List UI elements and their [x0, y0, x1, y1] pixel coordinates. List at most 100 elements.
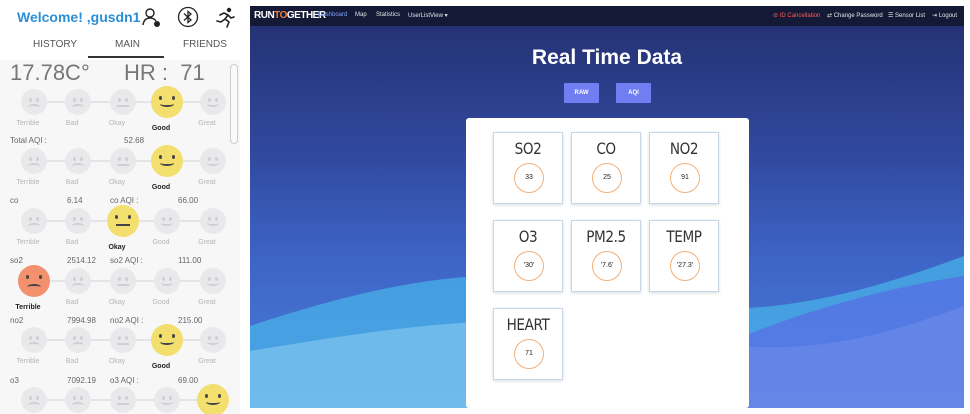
- tab-main[interactable]: MAIN: [115, 39, 140, 50]
- mood-label: Okay: [108, 358, 126, 365]
- bluetooth-icon[interactable]: [177, 6, 199, 28]
- mood-face-bad-icon[interactable]: [65, 387, 91, 413]
- mood-face-okay-icon[interactable]: [107, 205, 139, 237]
- mood-label: Good: [152, 299, 170, 306]
- mood-face-bad-icon[interactable]: [65, 208, 91, 234]
- mood-face-great-icon[interactable]: [200, 327, 226, 353]
- sensor-tile-temp[interactable]: TEMP '27.3': [649, 220, 719, 292]
- mood-label: Terrible: [16, 358, 40, 365]
- sensor-name: PM2.5: [586, 227, 626, 246]
- mood-label: Okay: [108, 120, 126, 127]
- mood-face-bad-icon[interactable]: [65, 148, 91, 174]
- sensor-tile-no2[interactable]: NO2 91: [649, 132, 719, 204]
- mood-face-okay-icon[interactable]: [110, 148, 136, 174]
- nav-sensor-list[interactable]: ☰ Sensor List: [888, 12, 925, 19]
- mood-face-terrible-icon[interactable]: [21, 327, 47, 353]
- mood-face-good-icon[interactable]: [151, 324, 183, 356]
- tab-friends[interactable]: FRIENDS: [183, 39, 227, 50]
- welcome-text: Welcome! ,gusdn1: [17, 9, 141, 25]
- mood-label: Okay: [108, 299, 126, 306]
- mood-face-great-icon[interactable]: [197, 384, 229, 414]
- mood-label: Great: [198, 299, 216, 306]
- mood-label: Good: [152, 239, 170, 246]
- nav-change-password[interactable]: ⇄ Change Password: [827, 12, 883, 19]
- mood-label: Great: [198, 120, 216, 127]
- tab-history[interactable]: HISTORY: [33, 39, 77, 50]
- user-location-icon[interactable]: [140, 6, 162, 28]
- nav-userlistview[interactable]: UserListView ▾: [408, 12, 448, 19]
- sensor-tile-heart[interactable]: HEART 71: [493, 308, 563, 380]
- sensor-value: 71: [514, 339, 544, 369]
- row-aqi-value: 69.00: [178, 376, 199, 385]
- mood-face-terrible-icon[interactable]: [21, 387, 47, 413]
- sensor-tile-co[interactable]: CO 25: [571, 132, 641, 204]
- mood-face-okay-icon[interactable]: [110, 89, 136, 115]
- side-scroll-handle[interactable]: [230, 64, 238, 144]
- mood-label: Okay: [108, 244, 126, 251]
- mood-label: Bad: [65, 239, 79, 246]
- mood-face-good-icon[interactable]: [154, 268, 180, 294]
- sensor-tile-o3[interactable]: O3 '30': [493, 220, 563, 292]
- sensor-tile-so2[interactable]: SO2 33: [493, 132, 563, 204]
- mood-face-good-icon[interactable]: [151, 86, 183, 118]
- mood-label: Great: [198, 179, 216, 186]
- list-icon: ☰: [888, 13, 896, 19]
- sensor-card: SO2 33 CO 25 NO2 91 O3'30' PM2.5'7.6' TEMP '27.3'…: [466, 118, 749, 408]
- mood-face-terrible-icon[interactable]: [18, 265, 50, 297]
- sensor-value: 33: [514, 163, 544, 193]
- brand-logo[interactable]: RUNTOGETHER: [254, 10, 326, 21]
- mood-face-great-icon[interactable]: [200, 208, 226, 234]
- screenshot-root: Welcome! ,gusdn1 HISTORY MAIN FRIENDS 17…: [0, 0, 970, 414]
- mood-face-great-icon[interactable]: [200, 89, 226, 115]
- sensor-value: 25: [592, 163, 622, 193]
- mood-face-bad-icon[interactable]: [65, 268, 91, 294]
- mood-face-bad-icon[interactable]: [65, 89, 91, 115]
- sensor-value: '27.3': [670, 251, 700, 281]
- running-icon[interactable]: [214, 6, 236, 28]
- mood-label: Bad: [65, 299, 79, 306]
- row-name: o3: [10, 376, 19, 385]
- mood-face-good-icon[interactable]: [151, 145, 183, 177]
- nav-logout[interactable]: ⇥ Logout: [932, 12, 957, 19]
- nav-id-cancellation[interactable]: ⊘ ID Cancellation: [773, 12, 820, 19]
- mood-face-okay-icon[interactable]: [110, 387, 136, 413]
- row-aqi-value: 52.68: [124, 136, 145, 145]
- mood-face-great-icon[interactable]: [200, 148, 226, 174]
- sensor-tile-pm25[interactable]: PM2.5 '7.6': [571, 220, 641, 292]
- row-name: no2: [10, 316, 24, 325]
- mood-face-good-icon[interactable]: [154, 208, 180, 234]
- raw-button[interactable]: RAW: [564, 83, 599, 103]
- row-aqi-value: 111.00: [178, 256, 202, 265]
- mood-face-great-icon[interactable]: [200, 268, 226, 294]
- row-value: 2514.12: [67, 256, 96, 265]
- nav-dashboard[interactable]: Dashboard: [318, 12, 347, 18]
- mood-label: Good: [151, 125, 171, 132]
- mood-face-good-icon[interactable]: [154, 387, 180, 413]
- sensor-name: CO: [596, 139, 616, 158]
- top-navbar: RUNTOGETHER Dashboard Map Statistics Use…: [250, 6, 964, 26]
- row-aqi-label: o3 AQI :: [110, 376, 139, 385]
- mood-face-terrible-icon[interactable]: [21, 208, 47, 234]
- hr-value: 71: [180, 60, 205, 85]
- row-aqi-value: 215.00: [178, 316, 203, 325]
- nav-statistics[interactable]: Statistics: [376, 12, 400, 18]
- mood-face-terrible-icon[interactable]: [21, 148, 47, 174]
- mood-label: Good: [151, 363, 171, 370]
- row-value: 6.14: [67, 196, 83, 205]
- row-name: Total AQI :: [10, 136, 47, 145]
- mood-label: Bad: [65, 120, 79, 127]
- mood-face-okay-icon[interactable]: [110, 327, 136, 353]
- mood-face-bad-icon[interactable]: [65, 327, 91, 353]
- mood-face-okay-icon[interactable]: [110, 268, 136, 294]
- row-value: 7092.19: [67, 376, 96, 385]
- page-title: Real Time Data: [531, 46, 683, 69]
- row-aqi-label: no2 AQI :: [110, 316, 144, 325]
- hr-label: HR : 71: [124, 60, 205, 85]
- aqi-button[interactable]: AQI: [616, 83, 651, 103]
- row-aqi-label: so2 AQI :: [110, 256, 143, 265]
- row-aqi-label: co AQI :: [110, 196, 139, 205]
- nav-map[interactable]: Map: [355, 12, 367, 18]
- mood-face-terrible-icon[interactable]: [21, 89, 47, 115]
- row-name: so2: [10, 256, 23, 265]
- swap-icon: ⇄: [827, 13, 834, 19]
